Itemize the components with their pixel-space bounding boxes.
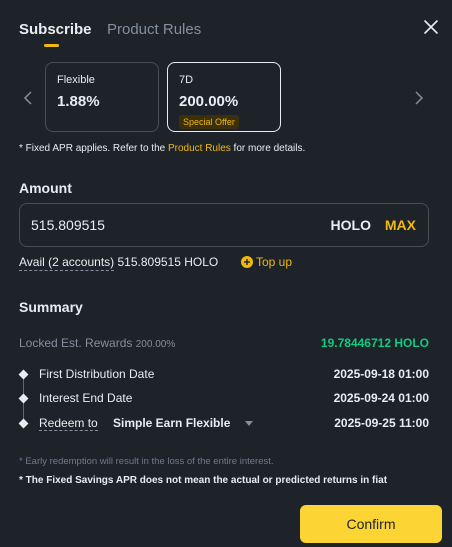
tab-subscribe[interactable]: Subscribe — [19, 20, 92, 40]
amount-title: Amount — [19, 180, 72, 196]
term-card-7d[interactable]: 7D 200.00% Special Offer — [167, 62, 281, 132]
apr-disclaimer: * The Fixed Savings APR does not mean th… — [19, 475, 388, 486]
amount-asset: HOLO — [330, 217, 371, 233]
caret-down-icon — [244, 420, 253, 426]
term-apr: 1.88% — [57, 93, 100, 110]
rewards-value: 19.78446712 HOLO — [320, 336, 429, 350]
fixed-apr-note: * Fixed APR applies. Refer to the Produc… — [19, 142, 305, 156]
amount-input[interactable]: 515.809515 HOLO MAX — [19, 203, 429, 247]
early-redemption-note: * Early redemption will result in the lo… — [19, 456, 274, 467]
redeem-date-value: 2025-09-25 11:00 — [334, 416, 429, 430]
product-rules-link[interactable]: Product Rules — [168, 143, 231, 154]
close-icon[interactable] — [422, 18, 440, 36]
interest-end-label: Interest End Date — [39, 391, 133, 405]
redeem-to-dropdown[interactable]: Simple Earn Flexible — [113, 416, 254, 430]
first-distribution-value: 2025-09-18 01:00 — [333, 367, 429, 381]
redeem-to-row: Redeem to — [39, 416, 98, 431]
avail-value: 515.809515 HOLO — [117, 255, 219, 269]
redeem-option: Simple Earn Flexible — [113, 416, 231, 430]
locked-rewards-row: Locked Est. Rewards 200.00% — [19, 336, 175, 350]
term-name: 7D — [179, 74, 194, 86]
timeline-dot — [18, 393, 29, 404]
redeem-to-label[interactable]: Redeem to — [39, 416, 98, 431]
note-prefix: * Fixed APR applies. Refer to the — [19, 143, 168, 154]
top-up-button[interactable]: Top up — [241, 255, 292, 269]
special-offer-badge: Special Offer — [179, 115, 239, 129]
rewards-apr: 200.00% — [135, 339, 176, 350]
confirm-button[interactable]: Confirm — [300, 505, 442, 543]
rewards-label: Locked Est. Rewards — [19, 336, 133, 350]
amount-value[interactable]: 515.809515 — [31, 217, 105, 233]
timeline-dot — [18, 418, 29, 429]
term-name: Flexible — [57, 74, 95, 86]
tab-product-rules[interactable]: Product Rules — [107, 20, 201, 40]
term-card-flexible[interactable]: Flexible 1.88% — [45, 62, 159, 132]
note-suffix: for more details. — [230, 143, 306, 154]
plus-circle-icon — [241, 256, 253, 268]
timeline-dot — [18, 369, 29, 380]
interest-end-value: 2025-09-24 01:00 — [333, 391, 429, 405]
avail-label[interactable]: Avail (2 accounts) — [19, 255, 115, 271]
active-tab-indicator — [44, 44, 59, 47]
summary-title: Summary — [19, 299, 83, 315]
available-balance: Avail (2 accounts) 515.809515 HOLO — [19, 255, 219, 271]
top-up-label: Top up — [256, 255, 293, 269]
first-distribution-label: First Distribution Date — [39, 367, 155, 381]
max-button[interactable]: MAX — [385, 217, 416, 233]
chevron-right-icon[interactable] — [411, 89, 427, 107]
chevron-left-icon[interactable] — [20, 89, 36, 107]
term-apr: 200.00% — [179, 93, 239, 110]
